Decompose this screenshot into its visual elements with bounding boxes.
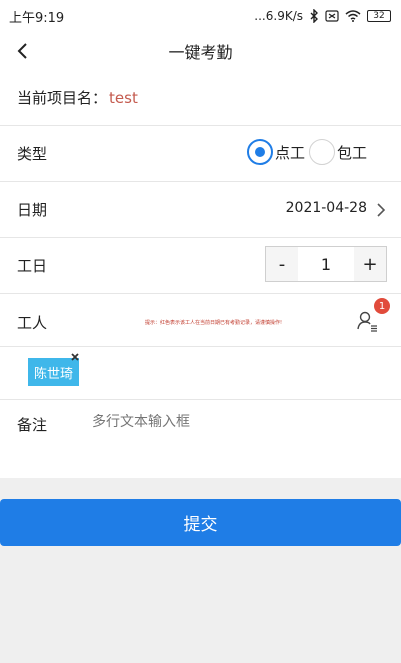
attendance-form: 当前项目名： test 类型 点工 包工 日期 2021-04-28 工日 - …: [0, 70, 401, 350]
network-speed: ...6.9K/s: [254, 9, 303, 23]
selected-workers: 陈世琦: [0, 346, 401, 400]
page-title: 一键考勤: [168, 43, 233, 62]
date-value[interactable]: 2021-04-28: [286, 200, 367, 216]
radio-point-work[interactable]: [246, 139, 273, 165]
worker-hint: 提示：红色表示该工人在当前日期已有考勤记录，请谨慎操作!: [145, 320, 283, 326]
increment-button[interactable]: +: [354, 247, 386, 281]
type-radio-group: 点工 包工: [246, 139, 371, 165]
note-label: 备注: [17, 416, 48, 434]
note-input[interactable]: [92, 414, 372, 430]
worker-count-badge: 1: [374, 298, 390, 314]
radio-contract-work[interactable]: [308, 139, 335, 165]
decrement-button[interactable]: -: [266, 247, 298, 281]
nav-bar: 一键考勤: [0, 32, 401, 70]
submit-button[interactable]: 提交: [0, 499, 401, 546]
workday-row: 工日 - 1 +: [0, 238, 401, 294]
workday-value[interactable]: 1: [298, 247, 354, 281]
radio-selected-dot: [254, 147, 265, 157]
date-label: 日期: [17, 201, 48, 219]
date-row[interactable]: 日期 2021-04-28: [0, 182, 401, 238]
worker-label: 工人: [17, 313, 48, 332]
radio-point-work-label[interactable]: 点工: [275, 142, 305, 163]
note-row: 备注: [0, 400, 401, 478]
type-row: 类型 点工 包工: [0, 126, 401, 182]
type-label: 类型: [17, 145, 48, 163]
worker-chip[interactable]: 陈世琦: [28, 353, 79, 386]
back-arrow-icon[interactable]: [11, 39, 33, 63]
project-value: test: [109, 88, 138, 107]
worker-chip-label: 陈世琦: [33, 366, 73, 382]
sim-icon: [325, 10, 339, 22]
wifi-icon: [345, 10, 361, 22]
radio-contract-work-label[interactable]: 包工: [337, 142, 367, 163]
close-icon[interactable]: [70, 352, 80, 362]
chevron-right-icon[interactable]: [375, 202, 387, 218]
workday-label: 工日: [17, 257, 48, 275]
battery-icon: 32: [367, 10, 391, 22]
status-time: 上午9:19: [9, 10, 65, 26]
worker-row: 工人 提示：红色表示该工人在当前日期已有考勤记录，请谨慎操作! 1: [0, 294, 401, 350]
status-bar: 上午9:19 ...6.9K/s 32: [0, 0, 401, 32]
workday-stepper: - 1 +: [265, 246, 387, 282]
select-worker-icon[interactable]: [357, 310, 379, 332]
bluetooth-icon: [309, 9, 319, 23]
project-row: 当前项目名： test: [0, 70, 401, 126]
project-label: 当前项目名：: [17, 89, 108, 107]
status-indicators: ...6.9K/s 32: [254, 9, 391, 23]
